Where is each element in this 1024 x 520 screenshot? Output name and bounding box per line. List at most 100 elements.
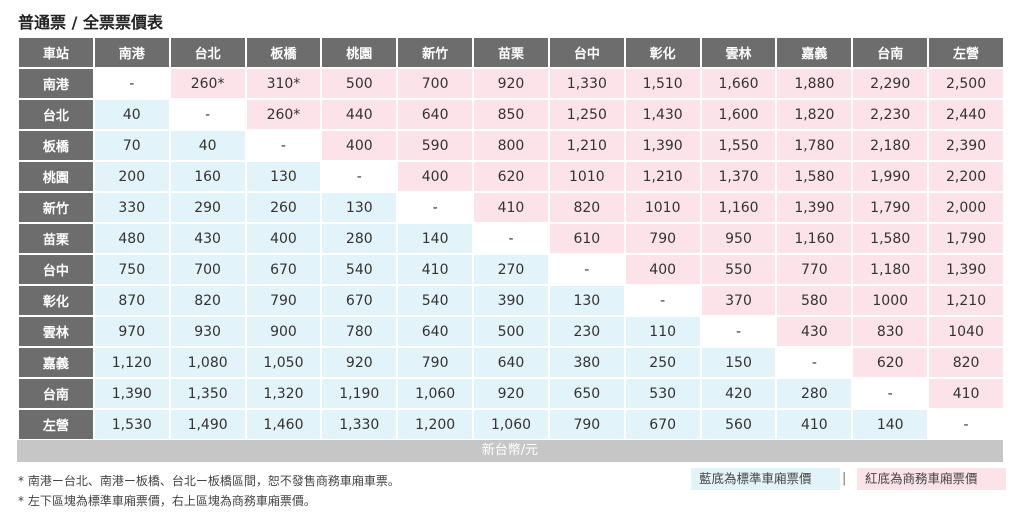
column-header: 左營 xyxy=(929,38,1003,69)
table-row: 南港 -260* 310* 500 700 920 1,330 1,510 1,660 1,880… xyxy=(19,69,1003,100)
fare-cell: 820 xyxy=(170,286,245,317)
fare-cell: - xyxy=(929,410,1003,441)
fare-cell: 530 xyxy=(625,379,700,410)
column-header: 台南 xyxy=(853,38,928,69)
fare-cell: 500 xyxy=(474,317,548,348)
legend-standard-class: 藍底為標準車廂票價 xyxy=(691,468,840,490)
table-row: 苗栗 480 430 400 280 140-610 790 950 1,160 1,580 1,7… xyxy=(19,224,1003,255)
fare-cell: 1,190 xyxy=(322,379,397,410)
fare-cell: 870 xyxy=(94,286,169,317)
fare-cell: 2,180 xyxy=(853,131,928,162)
fare-cell: 790 xyxy=(398,348,473,379)
fare-cell: 1,080 xyxy=(170,348,245,379)
fare-cell: 420 xyxy=(701,379,776,410)
column-header: 板橋 xyxy=(246,38,321,69)
fare-cell: 670 xyxy=(322,286,397,317)
fare-cell: 1,250 xyxy=(549,100,624,131)
fare-cell: 670 xyxy=(246,255,321,286)
fare-cell: 310* xyxy=(246,69,321,100)
fare-cell: 920 xyxy=(474,69,548,100)
column-header: 新竹 xyxy=(398,38,473,69)
page-title: 普通票 / 全票票價表 xyxy=(18,13,163,32)
fare-cell: 2,200 xyxy=(929,162,1003,193)
fare-table-page: 普通票 / 全票票價表 車站 南港 台北 板橋 桃園 新竹 苗栗 台中 彰化 雲林 嘉義 台南 左營 … xyxy=(0,0,1024,520)
fare-cell: 130 xyxy=(246,162,321,193)
fare-cell: 1,390 xyxy=(94,379,169,410)
fare-cell: 950 xyxy=(701,224,776,255)
table-row: 雲林 970 930 900 780 640 500 230 110-430 830 1040 xyxy=(19,317,1003,348)
fare-cell: 330 xyxy=(94,193,169,224)
fare-cell: - xyxy=(474,224,548,255)
fare-cell: 1,120 xyxy=(94,348,169,379)
fare-cell: 640 xyxy=(398,100,473,131)
fare-cell: 1,510 xyxy=(625,69,700,100)
fare-cell: 430 xyxy=(777,317,852,348)
fare-cell: 130 xyxy=(322,193,397,224)
fare-cell: 1,320 xyxy=(246,379,321,410)
fare-cell: 1010 xyxy=(549,162,624,193)
fare-cell: 1,790 xyxy=(853,193,928,224)
fare-cell: 1,580 xyxy=(777,162,852,193)
table-row: 板橋 70 40-400 590 800 1,210 1,390 1,550 1,780 2,18… xyxy=(19,131,1003,162)
fare-cell: 430 xyxy=(170,224,245,255)
fare-cell: - xyxy=(322,162,397,193)
table-row: 桃園 200 160 130-400 620 1010 1,210 1,370 1,580 1,9… xyxy=(19,162,1003,193)
fare-cell: 260 xyxy=(246,193,321,224)
fare-cell: 1,370 xyxy=(701,162,776,193)
corner-header: 車站 xyxy=(19,38,93,69)
fare-cell: 930 xyxy=(170,317,245,348)
fare-cell: 640 xyxy=(474,348,548,379)
fare-cell: 900 xyxy=(246,317,321,348)
fare-cell: 920 xyxy=(474,379,548,410)
fare-cell: - xyxy=(777,348,852,379)
fare-cell: 400 xyxy=(625,255,700,286)
fare-cell: 1,530 xyxy=(94,410,169,441)
row-header: 桃園 xyxy=(19,162,93,193)
fare-cell: 1,660 xyxy=(701,69,776,100)
row-header: 彰化 xyxy=(19,286,93,317)
fare-cell: 1,060 xyxy=(398,379,473,410)
fare-cell: 290 xyxy=(170,193,245,224)
fare-cell: 40 xyxy=(170,131,245,162)
fare-cell: 1040 xyxy=(929,317,1003,348)
fare-cell: 130 xyxy=(549,286,624,317)
fare-cell: 770 xyxy=(777,255,852,286)
fare-cell: 540 xyxy=(322,255,397,286)
fare-cell: 1,390 xyxy=(625,131,700,162)
fare-cell: 410 xyxy=(398,255,473,286)
row-header: 南港 xyxy=(19,69,93,100)
fare-cell: 650 xyxy=(549,379,624,410)
fare-cell: 1010 xyxy=(625,193,700,224)
fare-cell: 260* xyxy=(246,100,321,131)
fare-cell: 540 xyxy=(398,286,473,317)
row-header: 新竹 xyxy=(19,193,93,224)
fare-cell: 1,430 xyxy=(625,100,700,131)
fare-cell: 1,780 xyxy=(777,131,852,162)
fare-cell: 1,390 xyxy=(777,193,852,224)
fare-cell: 260* xyxy=(170,69,245,100)
fare-cell: 750 xyxy=(94,255,169,286)
fare-cell: 1,160 xyxy=(777,224,852,255)
fare-table: 車站 南港 台北 板橋 桃園 新竹 苗栗 台中 彰化 雲林 嘉義 台南 左營 南港 -260* 310* 5… xyxy=(17,38,1005,441)
fare-cell: 580 xyxy=(777,286,852,317)
fare-cell: 150 xyxy=(701,348,776,379)
fare-cell: 500 xyxy=(322,69,397,100)
fare-cell: 410 xyxy=(474,193,548,224)
fare-cell: 400 xyxy=(322,131,397,162)
fare-cell: 1,880 xyxy=(777,69,852,100)
fare-cell: 140 xyxy=(398,224,473,255)
fare-cell: 1,390 xyxy=(929,255,1003,286)
fare-cell: 1,060 xyxy=(474,410,548,441)
fare-cell: 2,000 xyxy=(929,193,1003,224)
fare-cell: 1,490 xyxy=(170,410,245,441)
row-header: 嘉義 xyxy=(19,348,93,379)
table-row: 台北 40-260* 440 640 850 1,250 1,430 1,600 1,820 2,… xyxy=(19,100,1003,131)
row-header: 台中 xyxy=(19,255,93,286)
table-row: 嘉義 1,120 1,080 1,050 920 790 640 380 250 150-620 8… xyxy=(19,348,1003,379)
fare-cell: 790 xyxy=(625,224,700,255)
note-line-2: * 左下區塊為標準車廂票價，右上區塊為商務車廂票價。 xyxy=(18,494,316,508)
fare-cell: 1,580 xyxy=(853,224,928,255)
fare-cell: 2,440 xyxy=(929,100,1003,131)
fare-cell: 250 xyxy=(625,348,700,379)
fare-cell: 780 xyxy=(322,317,397,348)
